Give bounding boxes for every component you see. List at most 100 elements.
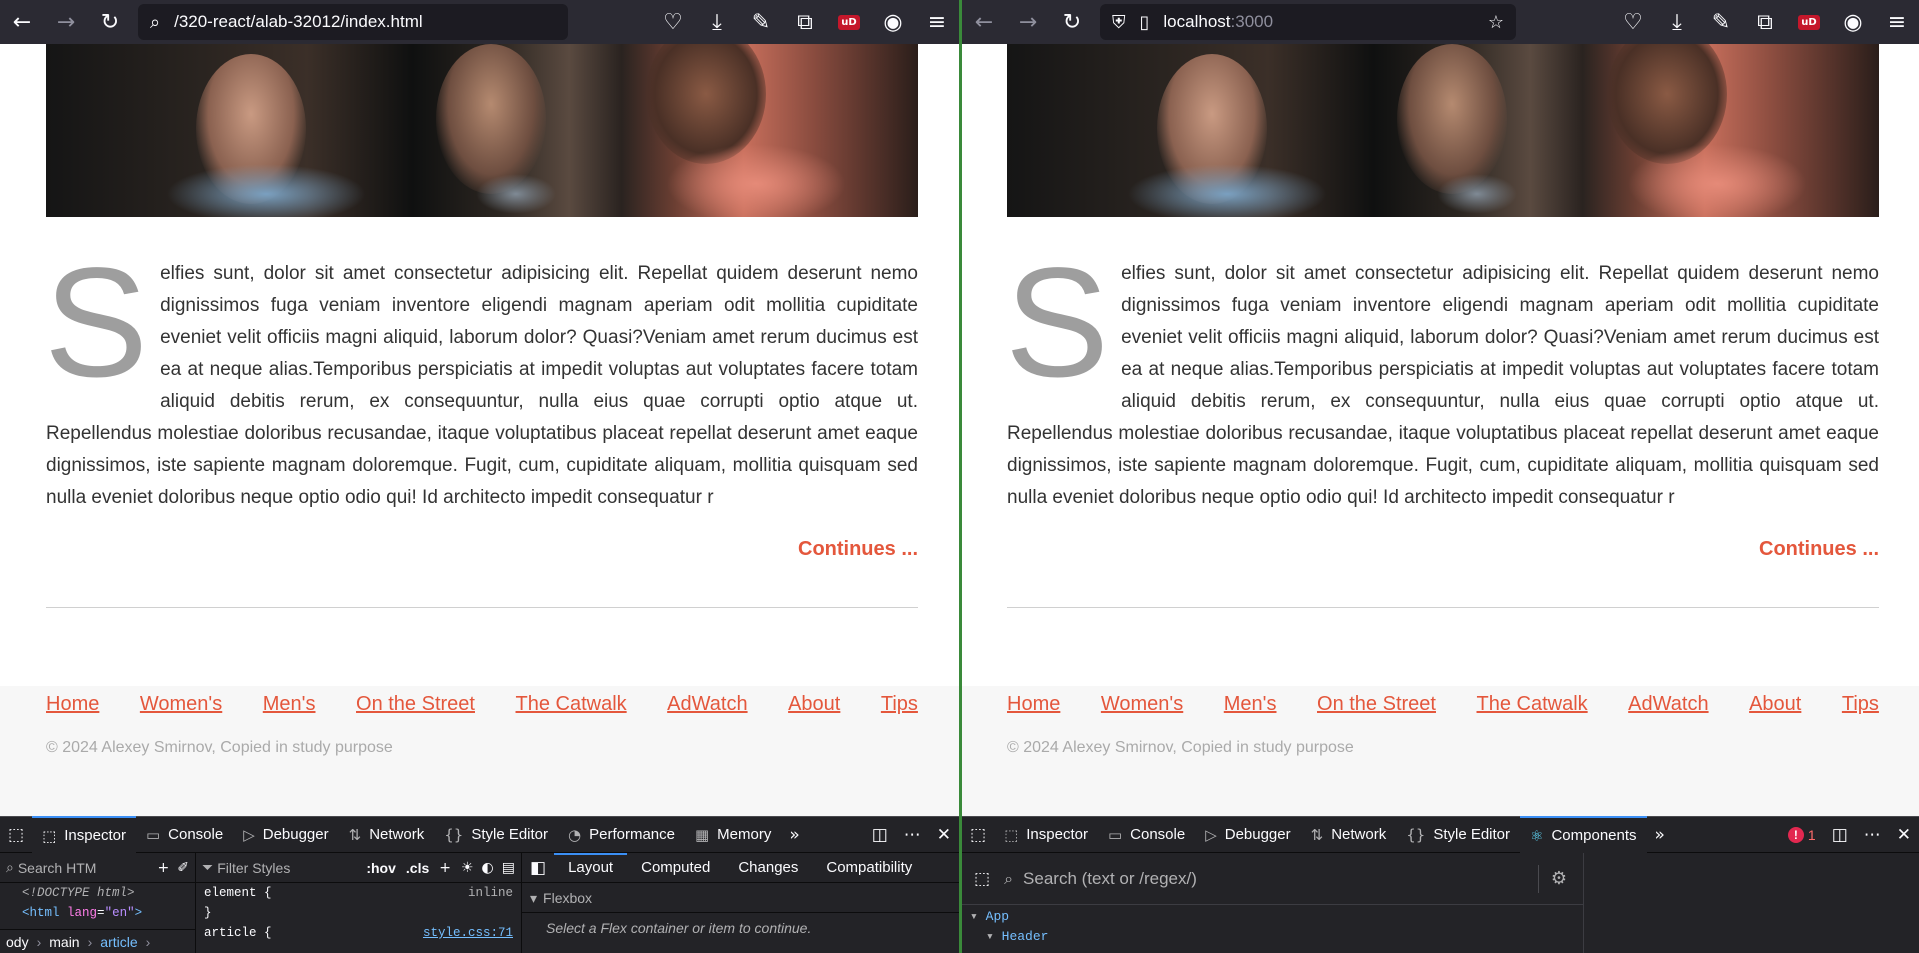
privacy-badger-icon[interactable]: ◉	[871, 0, 915, 44]
ublock-icon[interactable]: uD	[1787, 0, 1831, 44]
nav-link-mens[interactable]: Men's	[1224, 693, 1277, 716]
article-rule[interactable]: article {style.css:71	[196, 923, 521, 943]
doctype-line[interactable]: <!DOCTYPE html>	[0, 883, 195, 903]
more-tabs-icon[interactable]: »	[781, 825, 807, 845]
nav-link-on-the-street[interactable]: On the Street	[356, 693, 475, 716]
print-icon[interactable]: ▤	[502, 860, 515, 876]
dark-mode-icon[interactable]: ◐	[482, 860, 494, 876]
element-picker-icon[interactable]: ⬚	[962, 825, 994, 845]
nav-link-womens[interactable]: Women's	[140, 693, 222, 716]
console-icon: ▭	[145, 825, 161, 844]
close-icon[interactable]: ✕	[929, 825, 959, 845]
nav-link-home[interactable]: Home	[1007, 693, 1060, 716]
toggle-sidebar-icon[interactable]: ◧	[522, 858, 554, 878]
dock-icon[interactable]: ◫	[864, 825, 896, 845]
element-rule[interactable]: element {inline	[196, 883, 521, 903]
search-html-input[interactable]: Search HTM	[18, 860, 150, 876]
pocket-icon[interactable]: ♡	[1611, 0, 1655, 44]
tab-components[interactable]: ⚛ Components	[1520, 816, 1647, 853]
tree-node-header[interactable]: ▾ Header	[962, 927, 1583, 947]
forward-arrow-icon[interactable]: →	[44, 0, 88, 44]
add-node-icon[interactable]: +	[158, 860, 170, 876]
wrench-icon[interactable]: ✎	[1699, 0, 1743, 44]
tab-layout[interactable]: Layout	[554, 853, 628, 883]
dock-icon[interactable]: ◫	[1824, 825, 1856, 845]
tab-console[interactable]: ▭ Console	[1098, 816, 1195, 853]
tab-style-editor[interactable]: {} Style Editor	[1396, 816, 1520, 853]
select-element-icon[interactable]: ⬚	[966, 869, 998, 889]
continues-link[interactable]: Continues ...	[1759, 538, 1879, 561]
light-mode-icon[interactable]: ☀	[461, 860, 474, 876]
tab-debugger[interactable]: ▷ Debugger	[1195, 816, 1300, 853]
nav-link-about[interactable]: About	[788, 693, 840, 716]
html-node-line[interactable]: <html lang="en">	[0, 903, 195, 923]
star-icon[interactable]: ☆	[1488, 12, 1504, 33]
nav-link-about[interactable]: About	[1749, 693, 1801, 716]
nav-link-adwatch[interactable]: AdWatch	[1628, 693, 1708, 716]
tab-changes[interactable]: Changes	[724, 853, 812, 883]
extensions-icon[interactable]: ⧉	[783, 0, 827, 44]
wrench-icon[interactable]: ✎	[739, 0, 783, 44]
nav-link-the-catwalk[interactable]: The Catwalk	[1477, 693, 1588, 716]
nav-link-the-catwalk[interactable]: The Catwalk	[516, 693, 627, 716]
address-bar[interactable]: ⌕ /320-react/alab-32012/index.html	[138, 4, 568, 40]
copyright-text: © 2024 Alexey Smirnov, Copied in study p…	[1007, 739, 1354, 756]
element-picker-icon[interactable]: ⬚	[0, 825, 32, 845]
tab-debugger[interactable]: ▷ Debugger	[233, 816, 338, 853]
flexbox-header[interactable]: ▾ Flexbox	[522, 883, 959, 913]
hero-image	[46, 44, 918, 217]
downloads-icon[interactable]: ⤓	[1655, 0, 1699, 44]
nav-link-tips[interactable]: Tips	[881, 693, 918, 716]
add-rule-icon[interactable]: +	[439, 860, 451, 876]
filter-styles-input[interactable]: Filter Styles	[217, 860, 366, 876]
inspector-icon: ⬚	[1004, 825, 1019, 844]
more-options-icon[interactable]: ⋯	[896, 825, 929, 845]
stylesheet-link[interactable]: style.css:71	[423, 923, 521, 943]
more-tabs-icon[interactable]: »	[1647, 825, 1673, 845]
tab-inspector[interactable]: ⬚ Inspector	[32, 816, 136, 853]
pocket-icon[interactable]: ♡	[651, 0, 695, 44]
nav-link-tips[interactable]: Tips	[1842, 693, 1879, 716]
breadcrumb-item-article[interactable]: article	[100, 934, 137, 950]
nav-link-adwatch[interactable]: AdWatch	[667, 693, 747, 716]
nav-link-womens[interactable]: Women's	[1101, 693, 1183, 716]
tab-compatibility[interactable]: Compatibility	[812, 853, 926, 883]
hov-toggle[interactable]: :hov	[366, 860, 396, 876]
nav-link-home[interactable]: Home	[46, 693, 99, 716]
components-search-input[interactable]: Search (text or /regex/)	[1023, 869, 1538, 889]
tab-network[interactable]: ⇅ Network	[339, 816, 435, 853]
eyedropper-icon[interactable]: ✐	[177, 860, 189, 876]
menu-icon[interactable]: ≡	[915, 0, 959, 44]
tab-console[interactable]: ▭ Console	[136, 816, 233, 853]
reload-icon[interactable]: ↻	[88, 0, 132, 44]
back-arrow-icon[interactable]: ←	[0, 0, 44, 44]
tab-computed[interactable]: Computed	[627, 853, 724, 883]
ublock-icon[interactable]: uD	[827, 0, 871, 44]
continues-link[interactable]: Continues ...	[798, 538, 918, 561]
downloads-icon[interactable]: ⤓	[695, 0, 739, 44]
close-icon[interactable]: ✕	[1889, 825, 1919, 845]
forward-arrow-icon[interactable]: →	[1006, 0, 1050, 44]
cls-toggle[interactable]: .cls	[406, 860, 429, 876]
breadcrumb-item-main[interactable]: main	[49, 934, 79, 950]
tree-node-app[interactable]: ▾ App	[962, 907, 1583, 927]
nav-link-mens[interactable]: Men's	[263, 693, 316, 716]
tab-memory[interactable]: ▦ Memory	[685, 816, 781, 853]
chevron-down-icon: ▾	[530, 891, 538, 907]
tab-network[interactable]: ⇅ Network	[1301, 816, 1397, 853]
menu-icon[interactable]: ≡	[1875, 0, 1919, 44]
privacy-badger-icon[interactable]: ◉	[1831, 0, 1875, 44]
back-arrow-icon[interactable]: ←	[962, 0, 1006, 44]
drop-cap: S	[1005, 236, 1110, 410]
tab-style-editor[interactable]: {} Style Editor	[434, 816, 558, 853]
error-count-badge[interactable]: ! 1	[1780, 826, 1824, 843]
nav-link-on-the-street[interactable]: On the Street	[1317, 693, 1436, 716]
reload-icon[interactable]: ↻	[1050, 0, 1094, 44]
address-bar[interactable]: ⛨ ▯ localhost:3000 ☆	[1100, 4, 1516, 40]
extensions-icon[interactable]: ⧉	[1743, 0, 1787, 44]
breadcrumb-item-body[interactable]: ody	[6, 934, 29, 950]
settings-gear-icon[interactable]: ⚙	[1551, 868, 1567, 889]
more-options-icon[interactable]: ⋯	[1856, 825, 1889, 845]
tab-inspector[interactable]: ⬚ Inspector	[994, 816, 1098, 853]
tab-performance[interactable]: ◔ Performance	[558, 816, 685, 853]
